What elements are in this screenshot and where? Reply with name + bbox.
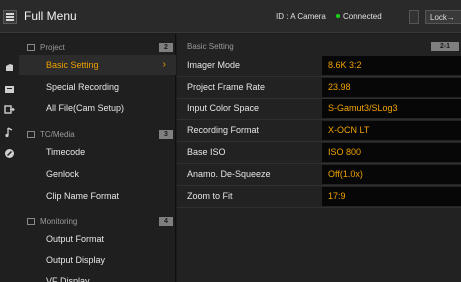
tc-media-icon[interactable] [4,84,15,95]
menu-item-genlock[interactable]: Genlock [19,164,176,184]
menu-item-vf-display[interactable]: VF Display [19,271,176,282]
camera-id-label: ID : A Camera [276,12,326,21]
setting-row-anamo-de-squeeze[interactable]: Anamo. De-Squeeze Off(1.0x) [177,164,461,185]
setting-value[interactable]: X-OCN LT [322,121,461,140]
lock-indicator-icon [409,10,419,24]
category-icon-strip [0,34,19,282]
chevron-right-icon: › [162,59,166,70]
section-header-monitoring: Monitoring 4 [27,217,173,229]
monitoring-icon[interactable] [4,104,15,115]
menu-item-output-display[interactable]: Output Display [19,250,176,270]
menu-item-special-recording[interactable]: Special Recording [19,77,176,97]
connected-dot-icon [336,14,340,18]
setting-value[interactable]: S-Gamut3/SLog3 [322,99,461,118]
section-header-tc-media: TC/Media 3 [27,130,173,142]
setting-value[interactable]: 8.6K 3:2 [322,56,461,75]
section-header-project: Project 2 [27,43,173,55]
menu-item-clip-name-format[interactable]: Clip Name Format [19,186,176,206]
setting-row-input-color-space[interactable]: Input Color Space S-Gamut3/SLog3 [177,98,461,119]
title-bar: Full Menu ID : A Camera Connected Lock→ [0,0,461,33]
settings-title: Basic Setting [187,42,234,51]
row-divider [177,207,461,208]
connection-status: Connected [336,12,382,21]
tools-icon[interactable] [4,148,15,159]
project-icon [27,44,35,51]
setting-value[interactable]: 23.98 [322,78,461,97]
setting-row-imager-mode[interactable]: Imager Mode 8.6K 3:2 [177,55,461,76]
setting-row-project-frame-rate[interactable]: Project Frame Rate 23.98 [177,77,461,98]
setting-value[interactable]: Off(1.0x) [322,165,461,184]
settings-header: Basic Setting 2-1 [177,42,461,54]
page-title: Full Menu [24,9,77,23]
menu-item-timecode[interactable]: Timecode [19,142,176,162]
menu-item-all-file[interactable]: All File(Cam Setup) [19,98,176,118]
setting-row-base-iso[interactable]: Base ISO ISO 800 [177,142,461,163]
page-indicator: 2-1 [431,42,459,51]
tc-media-icon [27,131,35,138]
connection-status-text: Connected [343,12,382,21]
monitoring-icon [27,218,35,225]
lock-button[interactable]: Lock→ [425,10,461,24]
hamburger-menu-icon[interactable] [3,10,17,24]
setting-value[interactable]: ISO 800 [322,143,461,162]
setting-row-zoom-to-fit[interactable]: Zoom to Fit 17:9 [177,186,461,207]
project-icon[interactable] [4,62,15,73]
setting-row-recording-format[interactable]: Recording Format X-OCN LT [177,120,461,141]
setting-value[interactable]: 17:9 [322,187,461,206]
audio-icon[interactable] [4,127,15,138]
menu-item-output-format[interactable]: Output Format [19,229,176,249]
menu-item-basic-setting[interactable]: Basic Setting › [19,55,176,75]
